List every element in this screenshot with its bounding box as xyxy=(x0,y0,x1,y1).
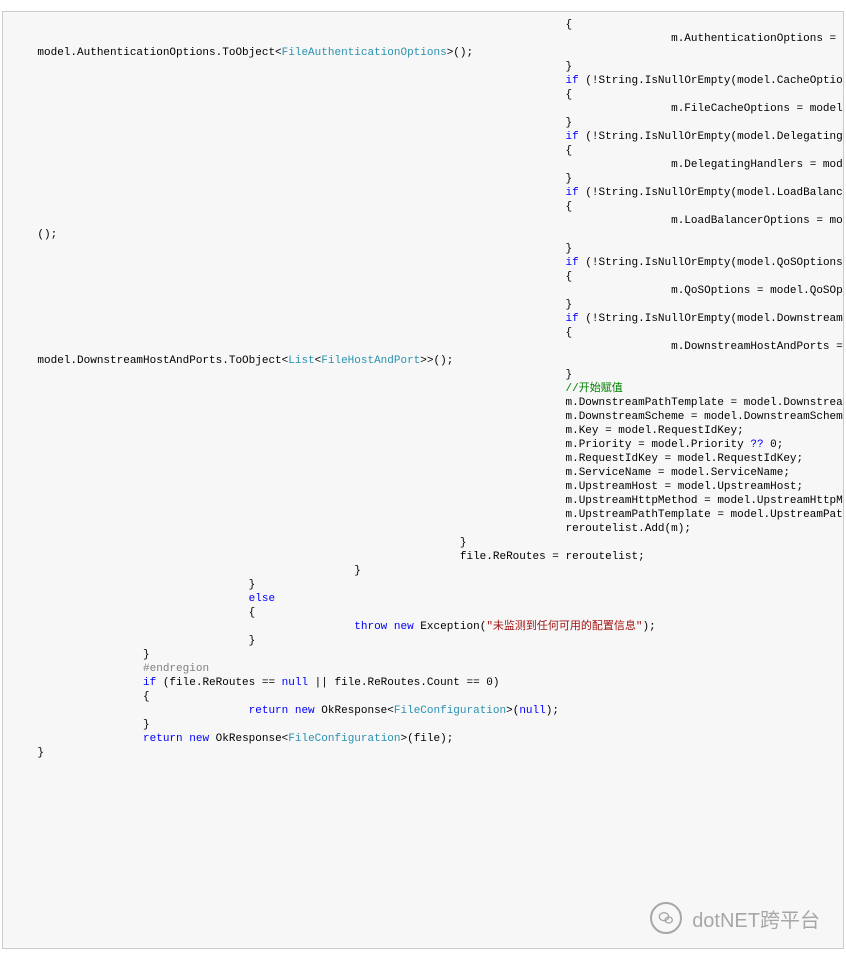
code-line: m.RequestIdKey = model.RequestIdKey; xyxy=(11,452,835,466)
code-line: model.DownstreamHostAndPorts.ToObject<Li… xyxy=(11,354,835,368)
code-line: { xyxy=(11,88,835,102)
code-line: { xyxy=(11,144,835,158)
code-line: { xyxy=(11,200,835,214)
watermark: dotNET跨平台 xyxy=(642,898,828,938)
code-line: if (!String.IsNullOrEmpty(model.LoadBala… xyxy=(11,186,835,200)
wechat-icon xyxy=(650,902,682,934)
code-line: } xyxy=(11,634,835,648)
code-line: else xyxy=(11,592,835,606)
code-line: } xyxy=(11,648,835,662)
code-line: file.ReRoutes = reroutelist; xyxy=(11,550,835,564)
code-line: return new OkResponse<FileConfiguration>… xyxy=(11,704,835,718)
code-line: } xyxy=(11,116,835,130)
code-line: if (!String.IsNullOrEmpty(model.Delegati… xyxy=(11,130,835,144)
code-line: if (!String.IsNullOrEmpty(model.Downstre… xyxy=(11,312,835,326)
code-line: if (!String.IsNullOrEmpty(model.CacheOpt… xyxy=(11,74,835,88)
code-line: m.Key = model.RequestIdKey; xyxy=(11,424,835,438)
code-line: } xyxy=(11,746,835,760)
code-line: m.AuthenticationOptions = xyxy=(11,32,835,46)
code-line: if (!String.IsNullOrEmpty(model.QoSOptio… xyxy=(11,256,835,270)
code-line: (); xyxy=(11,228,835,242)
code-line: m.QoSOptions = model.QoSOptions.ToObject… xyxy=(11,284,835,298)
code-line: } xyxy=(11,60,835,74)
code-line: //开始赋值 xyxy=(11,382,835,396)
code-line: } xyxy=(11,536,835,550)
code-line: m.UpstreamHost = model.UpstreamHost; xyxy=(11,480,835,494)
code-line: { xyxy=(11,690,835,704)
code-line: m.DownstreamHostAndPorts = xyxy=(11,340,835,354)
code-line: } xyxy=(11,298,835,312)
code-line: reroutelist.Add(m); xyxy=(11,522,835,536)
watermark-text: dotNET跨平台 xyxy=(692,904,820,933)
code-line: m.ServiceName = model.ServiceName; xyxy=(11,466,835,480)
code-line: throw new Exception("未监测到任何可用的配置信息"); xyxy=(11,620,835,634)
code-line: m.DownstreamPathTemplate = model.Downstr… xyxy=(11,396,835,410)
code-line: m.DownstreamScheme = model.DownstreamSch… xyxy=(11,410,835,424)
code-line: } xyxy=(11,242,835,256)
code-line: { xyxy=(11,18,835,32)
code-line: { xyxy=(11,270,835,284)
code-line: if (file.ReRoutes == null || file.ReRout… xyxy=(11,676,835,690)
code-line: m.UpstreamPathTemplate = model.UpstreamP… xyxy=(11,508,835,522)
code-line: m.FileCacheOptions = model.CacheOptions.… xyxy=(11,102,835,116)
code-line: { xyxy=(11,326,835,340)
code-line: } xyxy=(11,564,835,578)
code-line: } xyxy=(11,578,835,592)
code-line: m.DelegatingHandlers = model.DelegatingH… xyxy=(11,158,835,172)
code-line: #endregion xyxy=(11,662,835,676)
code-line: model.AuthenticationOptions.ToObject<Fil… xyxy=(11,46,835,60)
code-line: return new OkResponse<FileConfiguration>… xyxy=(11,732,835,746)
code-line: } xyxy=(11,172,835,186)
code-line: m.LoadBalancerOptions = model.LoadBalanc… xyxy=(11,214,835,228)
code-line: } xyxy=(11,718,835,732)
code-line: } xyxy=(11,368,835,382)
code-line: { xyxy=(11,606,835,620)
code-block: { m.AuthenticationOptions = model.Authen… xyxy=(2,11,844,949)
code-line: m.UpstreamHttpMethod = model.UpstreamHtt… xyxy=(11,494,835,508)
code-line: m.Priority = model.Priority ?? 0; xyxy=(11,438,835,452)
